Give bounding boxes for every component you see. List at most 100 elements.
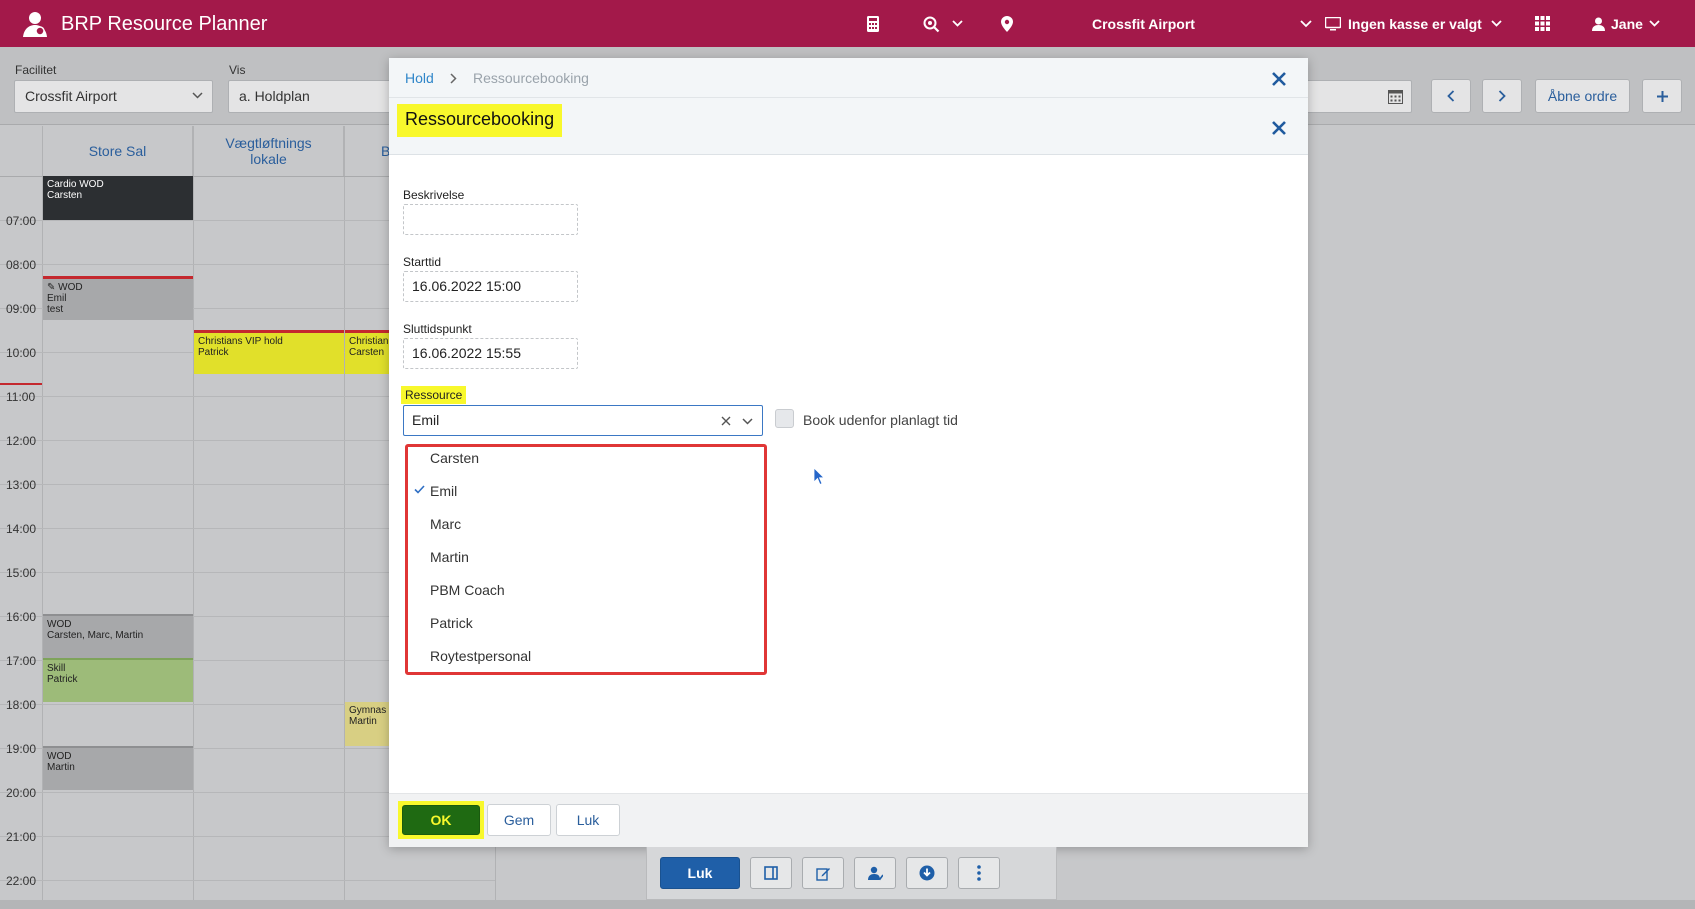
dropdown-option-emil[interactable]: Emil [430, 483, 457, 499]
dropdown-option-roytestpersonal[interactable]: Roytestpersonal [430, 648, 531, 664]
resource-select-value: Emil [412, 412, 440, 428]
chevron-down-icon [192, 92, 203, 99]
assign-user-button[interactable] [854, 857, 896, 889]
apps-grid-button[interactable] [1535, 0, 1550, 47]
download-button[interactable] [906, 857, 948, 889]
open-orders-label: Åbne ordre [1547, 88, 1618, 104]
more-options-button[interactable] [958, 857, 1000, 889]
dropdown-option-patrick[interactable]: Patrick [430, 615, 473, 631]
calendar-event[interactable]: Christian Carsten [345, 330, 395, 374]
facility-label: Facilitet [15, 63, 57, 77]
column-header-weightlifting: Vægtløftnings lokale [194, 126, 344, 176]
previous-button[interactable] [1431, 79, 1471, 113]
sidebar-toggle-button[interactable] [750, 857, 792, 889]
user-assign-icon [867, 866, 883, 880]
time-label: 09:00 [6, 302, 37, 316]
bottom-close-button[interactable]: Luk [660, 857, 740, 889]
panel-icon [764, 866, 778, 880]
breadcrumb-hold-link[interactable]: Hold [405, 70, 434, 86]
calendar-event[interactable]: Cardio WOD Carsten [43, 176, 193, 220]
save-button[interactable]: Gem [487, 804, 551, 836]
monitor-icon [1325, 16, 1341, 30]
chevron-down-icon [1491, 20, 1502, 27]
time-label: 21:00 [6, 830, 37, 844]
calendar-icon [1388, 90, 1403, 104]
app-logo-icon [23, 12, 47, 37]
chevron-down-icon [952, 20, 963, 27]
column-header-third: B [345, 126, 395, 176]
clear-icon[interactable] [721, 416, 731, 426]
next-button[interactable] [1482, 79, 1522, 113]
calendar-event[interactable]: ✎ WOD Emil test [43, 276, 193, 320]
ok-button[interactable]: OK [402, 805, 480, 835]
chevron-down-icon[interactable] [742, 418, 753, 425]
edit-button[interactable] [802, 857, 844, 889]
register-label: Ingen kasse er valgt [1348, 15, 1482, 32]
time-label: 07:00 [6, 214, 37, 228]
top-bar: BRP Resource Planner Crossfit Airport In… [0, 0, 1695, 47]
more-vertical-icon [977, 865, 981, 881]
bottom-toolbar: Luk [646, 847, 1057, 900]
end-time-label: Sluttidspunkt [403, 322, 472, 336]
facility-select-value: Crossfit Airport [25, 88, 117, 104]
time-label: 10:00 [6, 346, 37, 360]
time-label: 11:00 [6, 390, 36, 404]
book-outside-schedule-checkbox[interactable] [775, 409, 794, 428]
start-time-input[interactable]: 16.06.2022 15:00 [403, 271, 578, 302]
close-icon[interactable] [1270, 119, 1288, 137]
current-time-indicator [0, 383, 42, 385]
close-icon[interactable] [1270, 70, 1288, 88]
end-time-input[interactable]: 16.06.2022 15:55 [403, 338, 578, 369]
view-label: Vis [229, 63, 246, 77]
calendar-event[interactable]: Skill Patrick [43, 658, 193, 702]
calendar-event[interactable]: Gymnas Martin [345, 702, 395, 746]
chevron-right-icon [450, 73, 457, 84]
close-button[interactable]: Luk [556, 804, 620, 836]
register-selector[interactable]: Ingen kasse er valgt [1325, 0, 1502, 47]
calendar-event[interactable]: WOD Martin [43, 746, 193, 790]
calculator-button[interactable] [866, 0, 880, 47]
time-label: 08:00 [6, 258, 37, 272]
facility-selector[interactable]: Crossfit Airport [1092, 0, 1312, 47]
dropdown-option-marc[interactable]: Marc [430, 516, 461, 532]
user-menu[interactable]: Jane [1592, 0, 1660, 47]
location-pin-icon [1001, 15, 1013, 32]
description-label: Beskrivelse [403, 188, 465, 202]
dropdown-option-carsten[interactable]: Carsten [430, 450, 479, 466]
edit-icon [815, 867, 830, 881]
date-picker[interactable] [1300, 80, 1412, 113]
facility-select[interactable]: Crossfit Airport [14, 80, 213, 113]
location-button[interactable] [1001, 0, 1013, 47]
view-select[interactable]: a. Holdplan [228, 80, 398, 113]
plus-icon [1656, 90, 1668, 102]
apps-grid-icon [1535, 16, 1550, 31]
facility-selector-label: Crossfit Airport [1092, 15, 1195, 32]
dialog-title: Ressourcebooking [397, 104, 563, 137]
start-time-label: Starttid [403, 255, 442, 269]
resource-booking-dialog: Hold Ressourcebooking Ressourcebooking B… [389, 58, 1308, 847]
calendar-event[interactable]: WOD Carsten, Marc, Martin [43, 614, 193, 658]
checkmark-icon [414, 485, 425, 494]
breadcrumb: Hold Ressourcebooking [389, 58, 1308, 98]
time-label: 13:00 [6, 478, 37, 492]
column-header-store-sal: Store Sal [43, 126, 193, 176]
calendar-event[interactable]: Christians VIP hold Patrick [194, 330, 344, 374]
time-label: 20:00 [6, 786, 37, 800]
time-label: 18:00 [6, 698, 37, 712]
resource-select[interactable]: Emil [403, 405, 763, 436]
tools-menu-button[interactable] [922, 0, 963, 47]
gear-search-icon [923, 16, 940, 32]
user-icon [1592, 17, 1605, 31]
time-label: 17:00 [6, 654, 37, 668]
dropdown-option-martin[interactable]: Martin [430, 549, 469, 565]
book-outside-schedule-label: Book udenfor planlagt tid [803, 412, 958, 428]
add-button[interactable] [1642, 79, 1682, 113]
download-icon [919, 865, 935, 881]
time-label: 14:00 [6, 522, 37, 536]
description-input[interactable] [403, 204, 578, 235]
dropdown-option-pbm-coach[interactable]: PBM Coach [430, 582, 505, 598]
time-label: 22:00 [6, 874, 37, 888]
chevron-left-icon [1447, 90, 1455, 102]
open-orders-button[interactable]: Åbne ordre [1535, 79, 1630, 113]
chevron-right-icon [1498, 90, 1506, 102]
